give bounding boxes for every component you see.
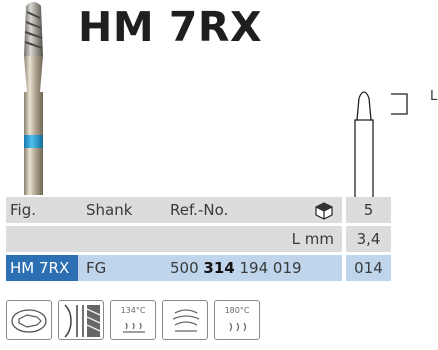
header-shank: Shank: [86, 201, 133, 219]
table-header-row: Fig. Shank Ref.-No. 5: [6, 197, 426, 223]
package-box-icon: [306, 197, 342, 223]
item-ref: 500 314 194 019: [166, 255, 342, 281]
bur-photo: [24, 2, 43, 195]
item-fig: HM 7RX: [6, 255, 78, 281]
thermodisinfector-icon: 134°C: [110, 300, 156, 340]
sterilizer-icon: 180°C: [214, 300, 260, 340]
header-fig: Fig.: [10, 201, 36, 219]
contra-angle-icon: [6, 300, 52, 340]
ref-part-3: 194 019: [239, 259, 302, 277]
length-value: 3,4: [346, 226, 391, 252]
crosscut-icon: [58, 300, 104, 340]
length-label: L mm: [291, 230, 334, 248]
ref-part-1: 500: [170, 259, 199, 277]
ref-part-2: 314: [203, 259, 235, 277]
table-row: HM 7RX FG 500 314 194 019 014: [6, 255, 426, 281]
item-size: 014: [346, 255, 391, 281]
ultrasonic-cleaning-icon: [162, 300, 208, 340]
bur-drawing: [354, 91, 408, 204]
product-title: HM 7RX: [78, 3, 263, 51]
product-sheet: HM 7RX L Fig. Shank Ref.-No. 5 L mm 3,4 …: [0, 0, 438, 350]
header-pack-quantity: 5: [346, 197, 391, 223]
item-shank: FG: [86, 259, 107, 277]
dimension-label: L: [430, 89, 438, 104]
length-row: L mm 3,4: [6, 226, 426, 252]
